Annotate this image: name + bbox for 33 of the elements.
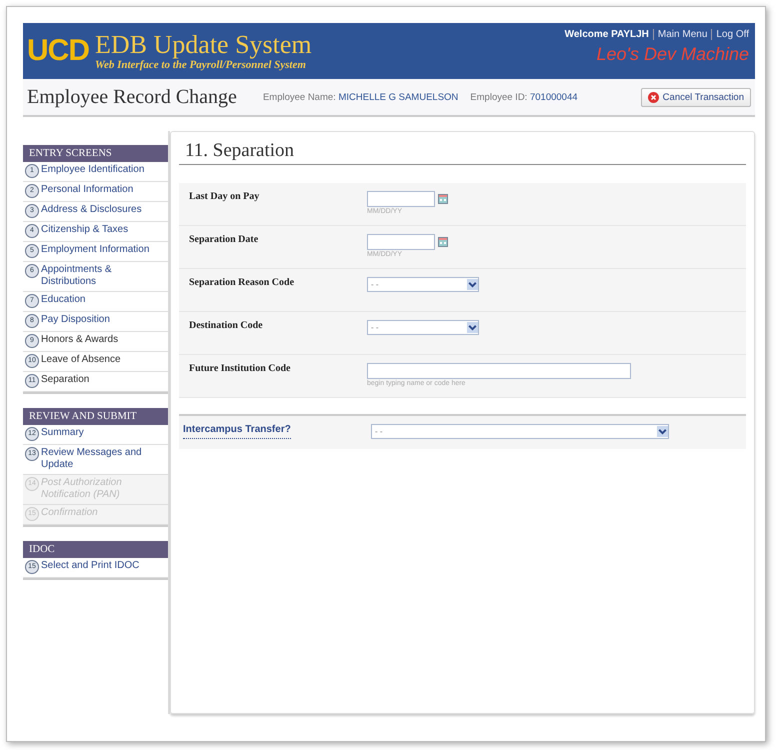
calendar-icon[interactable] <box>438 194 448 204</box>
close-icon <box>648 92 659 102</box>
employee-id: Employee ID: 701000044 <box>470 92 578 102</box>
field-label: Last Day on Pay <box>189 191 260 204</box>
field-label: Separation Reason Code <box>189 277 296 290</box>
dropdown[interactable]: - - <box>371 424 669 439</box>
welcome-text: Welcome PAYLJH <box>564 29 649 40</box>
header-link[interactable]: Main Menu <box>652 29 708 40</box>
cancel-button[interactable]: Cancel Transaction <box>640 88 751 106</box>
date-field[interactable] <box>367 191 435 207</box>
date-field[interactable] <box>367 234 435 250</box>
calendar-icon[interactable] <box>438 237 448 247</box>
field-label: Destination Code <box>189 320 264 333</box>
chevron-down-icon <box>467 322 478 333</box>
input-field[interactable] <box>367 363 631 379</box>
app-subtitle: Web Interface to the Payroll/Personnel System <box>95 59 307 71</box>
header-link[interactable]: Log Off <box>711 29 749 40</box>
sidebar-heading: REVIEW AND SUBMIT <box>23 408 168 425</box>
chevron-down-icon <box>467 279 478 290</box>
section-title: 11. Separation <box>179 140 746 165</box>
chevron-down-icon <box>657 426 668 437</box>
page-title: Employee Record Change <box>27 86 237 108</box>
sidebar-heading: IDOC <box>23 541 168 558</box>
field-label: Separation Date <box>189 234 260 247</box>
dropdown[interactable]: - - <box>367 320 479 335</box>
employee-name: Employee Name: MICHELLE G SAMUELSON <box>262 92 458 102</box>
logo: UCD <box>27 34 89 68</box>
machine-name: Leo's Dev Machine <box>596 44 749 65</box>
dropdown[interactable]: - - <box>367 277 479 292</box>
field-label: Intercampus Transfer? <box>183 424 291 439</box>
field-label: Future Institution Code <box>189 363 292 376</box>
app-title: EDB Update System <box>95 31 312 59</box>
sidebar-heading: ENTRY SCREENS <box>23 145 168 162</box>
